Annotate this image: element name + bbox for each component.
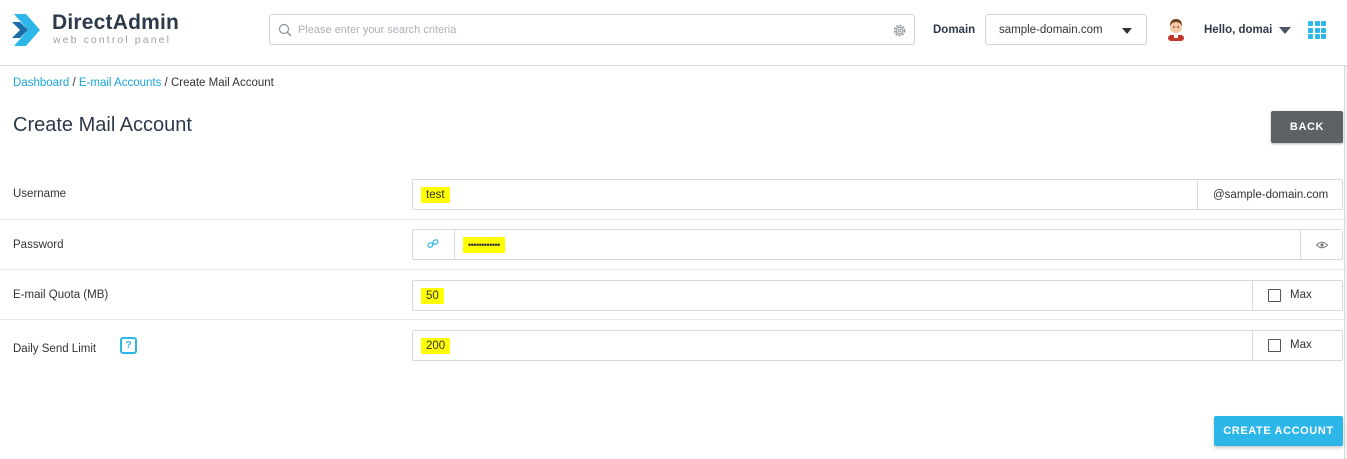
logo-chevron-icon bbox=[12, 14, 40, 46]
username-label: Username bbox=[13, 188, 67, 200]
brand-subtitle: web control panel bbox=[53, 34, 172, 46]
quota-field[interactable]: 50 Max bbox=[412, 280, 1343, 311]
password-label: Password bbox=[13, 239, 64, 251]
create-account-button[interactable]: CREATE ACCOUNT bbox=[1214, 416, 1343, 446]
breadcrumb-dashboard[interactable]: Dashboard bbox=[13, 77, 69, 89]
generate-password-button[interactable] bbox=[413, 230, 455, 259]
password-row: Password •••••••••••• bbox=[0, 220, 1347, 270]
apps-grid-icon[interactable] bbox=[1308, 21, 1326, 39]
domain-label: Domain bbox=[933, 24, 976, 36]
send-limit-value: 200 bbox=[421, 338, 451, 354]
quota-value: 50 bbox=[421, 288, 444, 304]
brand-name: DirectAdmin bbox=[52, 11, 180, 34]
quota-max-option[interactable]: Max bbox=[1252, 281, 1342, 310]
send-limit-field[interactable]: 200 Max bbox=[412, 330, 1343, 361]
toggle-password-button[interactable] bbox=[1300, 230, 1342, 259]
quota-max-checkbox[interactable] bbox=[1268, 289, 1281, 302]
quota-row: E-mail Quota (MB) 50 Max bbox=[0, 270, 1347, 320]
eye-icon bbox=[1316, 241, 1328, 249]
user-avatar-icon[interactable] bbox=[1165, 17, 1187, 41]
search-box[interactable] bbox=[269, 14, 915, 45]
back-button[interactable]: BACK bbox=[1271, 111, 1343, 143]
user-greeting[interactable]: Hello, domai bbox=[1204, 24, 1272, 36]
send-limit-label: Daily Send Limit bbox=[13, 343, 97, 355]
username-row: Username test @sample-domain.com bbox=[0, 170, 1347, 220]
link-icon bbox=[427, 239, 439, 248]
brand-logo[interactable]: DirectAdmin web control panel bbox=[12, 12, 179, 48]
breadcrumb-current: Create Mail Account bbox=[170, 77, 274, 89]
search-input[interactable] bbox=[298, 21, 878, 39]
gear-icon[interactable] bbox=[892, 23, 907, 38]
send-limit-row: Daily Send Limit 200 Max bbox=[0, 320, 1347, 370]
domain-select[interactable]: sample-domain.com bbox=[985, 14, 1147, 45]
breadcrumb-separator: / bbox=[72, 77, 76, 89]
password-value: •••••••••••• bbox=[463, 237, 505, 253]
breadcrumb-email-accounts[interactable]: E-mail Accounts bbox=[79, 77, 161, 89]
breadcrumb: Dashboard / E-mail Accounts / Create Mai… bbox=[13, 77, 274, 89]
quota-label: E-mail Quota (MB) bbox=[13, 289, 109, 301]
domain-suffix: @sample-domain.com bbox=[1197, 180, 1342, 209]
chevron-down-icon bbox=[1122, 28, 1132, 34]
domain-select-value: sample-domain.com bbox=[999, 24, 1103, 36]
send-limit-max-checkbox[interactable] bbox=[1268, 339, 1281, 352]
username-field[interactable]: test @sample-domain.com bbox=[412, 179, 1343, 210]
send-limit-max-option[interactable]: Max bbox=[1252, 331, 1342, 360]
username-value: test bbox=[421, 187, 450, 203]
breadcrumb-separator: / bbox=[164, 77, 168, 89]
search-icon bbox=[278, 23, 292, 37]
user-menu-chevron-icon[interactable] bbox=[1279, 27, 1291, 34]
quota-max-label: Max bbox=[1290, 289, 1312, 301]
password-field[interactable]: •••••••••••• bbox=[412, 229, 1343, 260]
page-title: Create Mail Account bbox=[13, 114, 192, 136]
send-limit-max-label: Max bbox=[1290, 339, 1312, 351]
help-icon[interactable]: ? bbox=[120, 337, 137, 354]
top-header: DirectAdmin web control panel Domain sam… bbox=[0, 0, 1347, 66]
